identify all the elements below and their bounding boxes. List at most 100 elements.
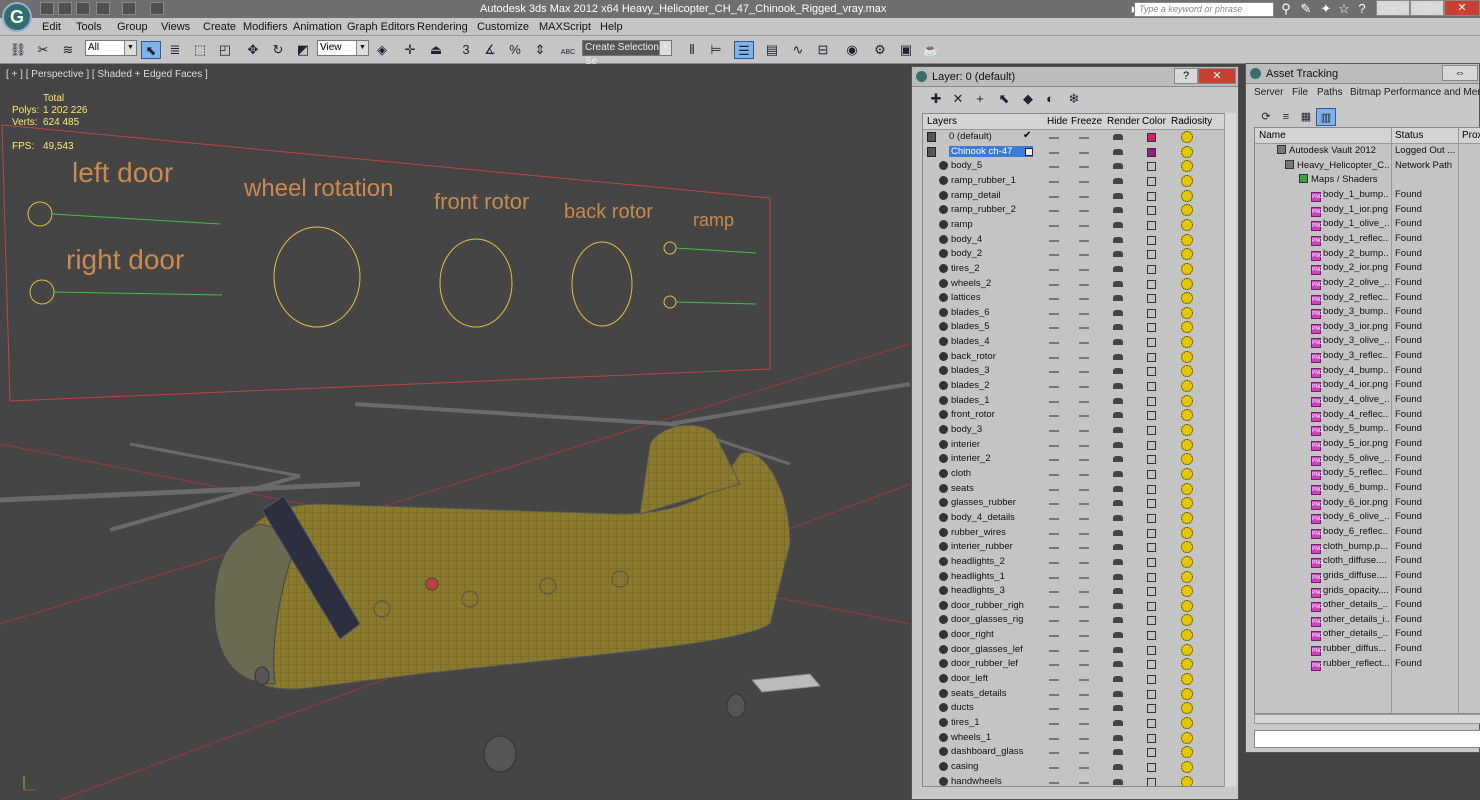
- freeze-toggle[interactable]: [1079, 517, 1089, 520]
- hide-toggle[interactable]: [1049, 298, 1059, 301]
- color-swatch[interactable]: [1147, 367, 1156, 377]
- asset-row[interactable]: PNGbody_2_olive_... Found: [1255, 276, 1480, 291]
- render-toggle-icon[interactable]: [1113, 353, 1123, 360]
- render-toggle-icon[interactable]: [1113, 470, 1123, 477]
- color-swatch[interactable]: [1147, 762, 1156, 772]
- radiosity-icon[interactable]: [1181, 145, 1193, 158]
- hide-toggle[interactable]: [1049, 356, 1059, 359]
- freeze-toggle[interactable]: [1079, 210, 1089, 213]
- rendered-frame-icon[interactable]: ▣: [896, 41, 916, 59]
- render-toggle-icon[interactable]: [1113, 573, 1123, 580]
- radiosity-icon[interactable]: [1181, 321, 1193, 334]
- object-row[interactable]: body_4: [923, 233, 1213, 248]
- align-icon[interactable]: ⊨: [706, 41, 726, 59]
- render-toggle-icon[interactable]: [1113, 500, 1123, 507]
- asset-group-row[interactable]: Heavy_Helicopter_C... Network Path: [1255, 159, 1480, 174]
- render-toggle-icon[interactable]: [1113, 280, 1123, 287]
- hide-toggle[interactable]: [1049, 591, 1059, 594]
- freeze-toggle[interactable]: [1079, 430, 1089, 432]
- color-swatch[interactable]: [1147, 748, 1156, 758]
- freeze-toggle[interactable]: [1079, 679, 1089, 682]
- left-door-control[interactable]: [27, 201, 53, 227]
- hide-toggle[interactable]: [1049, 708, 1059, 711]
- asset-tracking-titlebar[interactable]: Asset Tracking ⇔: [1246, 64, 1479, 84]
- freeze-toggle[interactable]: [1079, 180, 1089, 183]
- color-swatch[interactable]: [1147, 411, 1156, 421]
- freeze-all-icon[interactable]: ❄: [1064, 90, 1084, 108]
- freeze-toggle[interactable]: [1079, 195, 1089, 198]
- radiosity-icon[interactable]: [1181, 746, 1193, 759]
- redo-icon[interactable]: [122, 2, 136, 15]
- color-swatch[interactable]: [1147, 513, 1156, 523]
- freeze-toggle[interactable]: [1079, 503, 1089, 506]
- radiosity-icon[interactable]: [1181, 336, 1193, 349]
- object-row[interactable]: handwheels: [923, 775, 1213, 786]
- color-swatch[interactable]: [1147, 631, 1156, 641]
- render-toggle-icon[interactable]: [1113, 529, 1123, 536]
- object-row[interactable]: body_4_details: [923, 511, 1213, 526]
- asset-row[interactable]: PNGbody_3_bump... Found: [1255, 305, 1480, 320]
- create-layer-icon[interactable]: ✚: [926, 90, 946, 108]
- asset-row[interactable]: PNGbody_3_olive_... Found: [1255, 334, 1480, 349]
- right-door-slider[interactable]: [53, 291, 223, 296]
- freeze-toggle[interactable]: [1079, 312, 1089, 315]
- hide-toggle[interactable]: [1049, 766, 1059, 769]
- col-freeze[interactable]: Freeze: [1071, 116, 1102, 127]
- freeze-toggle[interactable]: [1079, 473, 1089, 476]
- refresh-icon[interactable]: ⟳: [1256, 108, 1276, 126]
- menu-rendering[interactable]: Rendering: [417, 21, 468, 33]
- hide-toggle[interactable]: [1049, 693, 1059, 696]
- render-toggle-icon[interactable]: [1113, 295, 1123, 302]
- color-swatch[interactable]: [1147, 557, 1156, 567]
- hide-toggle[interactable]: [1049, 254, 1059, 257]
- asset-row[interactable]: PNGbody_6_bump... Found: [1255, 481, 1480, 496]
- object-row[interactable]: blades_1: [923, 394, 1213, 409]
- render-toggle-icon[interactable]: [1113, 617, 1123, 624]
- color-swatch[interactable]: [1147, 250, 1156, 260]
- menu-animation[interactable]: Animation: [293, 21, 342, 33]
- menu-edit[interactable]: Edit: [42, 21, 61, 33]
- render-toggle-icon[interactable]: [1113, 632, 1123, 639]
- object-row[interactable]: door_rubber_righ: [923, 599, 1213, 614]
- delete-layer-icon[interactable]: ✕: [948, 90, 968, 108]
- menu-maxscript[interactable]: MAXScript: [539, 21, 591, 33]
- freeze-toggle[interactable]: [1079, 752, 1089, 755]
- asset-row[interactable]: PNGbody_5_olive_... Found: [1255, 452, 1480, 467]
- render-toggle-icon[interactable]: [1113, 309, 1123, 316]
- menu-views[interactable]: Views: [161, 21, 190, 33]
- minimize-button[interactable]: –: [1376, 0, 1410, 16]
- render-toggle-icon[interactable]: [1113, 207, 1123, 214]
- render-toggle-icon[interactable]: [1113, 236, 1123, 243]
- freeze-toggle[interactable]: [1079, 664, 1089, 667]
- freeze-toggle[interactable]: [1079, 356, 1089, 359]
- asset-restore-button[interactable]: ⇔: [1442, 65, 1478, 81]
- col-render[interactable]: Render: [1107, 116, 1140, 127]
- object-row[interactable]: interier: [923, 438, 1213, 453]
- radiosity-icon[interactable]: [1181, 306, 1193, 319]
- radiosity-icon[interactable]: [1181, 438, 1193, 451]
- render-toggle-icon[interactable]: [1113, 676, 1123, 683]
- freeze-toggle[interactable]: [1079, 444, 1089, 447]
- help-icon[interactable]: ?: [1354, 1, 1370, 17]
- object-row[interactable]: back_rotor: [923, 350, 1213, 365]
- asset-row[interactable]: PNGbody_4_ior.png Found: [1255, 378, 1480, 393]
- object-row[interactable]: door_right: [923, 628, 1213, 643]
- radiosity-icon[interactable]: [1181, 248, 1193, 261]
- radiosity-icon[interactable]: [1181, 394, 1193, 407]
- asset-row[interactable]: PNGbody_1_olive_... Found: [1255, 217, 1480, 232]
- layer-manager-titlebar[interactable]: Layer: 0 (default) ? ✕: [912, 67, 1238, 87]
- ramp-slider-bottom[interactable]: [675, 301, 757, 305]
- object-row[interactable]: tires_2: [923, 262, 1213, 277]
- color-swatch[interactable]: [1147, 587, 1156, 597]
- open-file-icon[interactable]: [58, 2, 72, 15]
- freeze-toggle[interactable]: [1079, 649, 1089, 652]
- hide-toggle[interactable]: [1049, 532, 1059, 535]
- asset-row[interactable]: PNGbody_1_ior.png Found: [1255, 203, 1480, 218]
- hide-toggle[interactable]: [1049, 517, 1059, 520]
- color-swatch[interactable]: [1147, 279, 1156, 289]
- render-toggle-icon[interactable]: [1113, 720, 1123, 726]
- object-row[interactable]: door_glasses_rig: [923, 613, 1213, 628]
- render-toggle-icon[interactable]: [1113, 514, 1123, 521]
- asset-menu-server[interactable]: Server: [1254, 87, 1283, 98]
- hide-toggle[interactable]: [1049, 224, 1059, 227]
